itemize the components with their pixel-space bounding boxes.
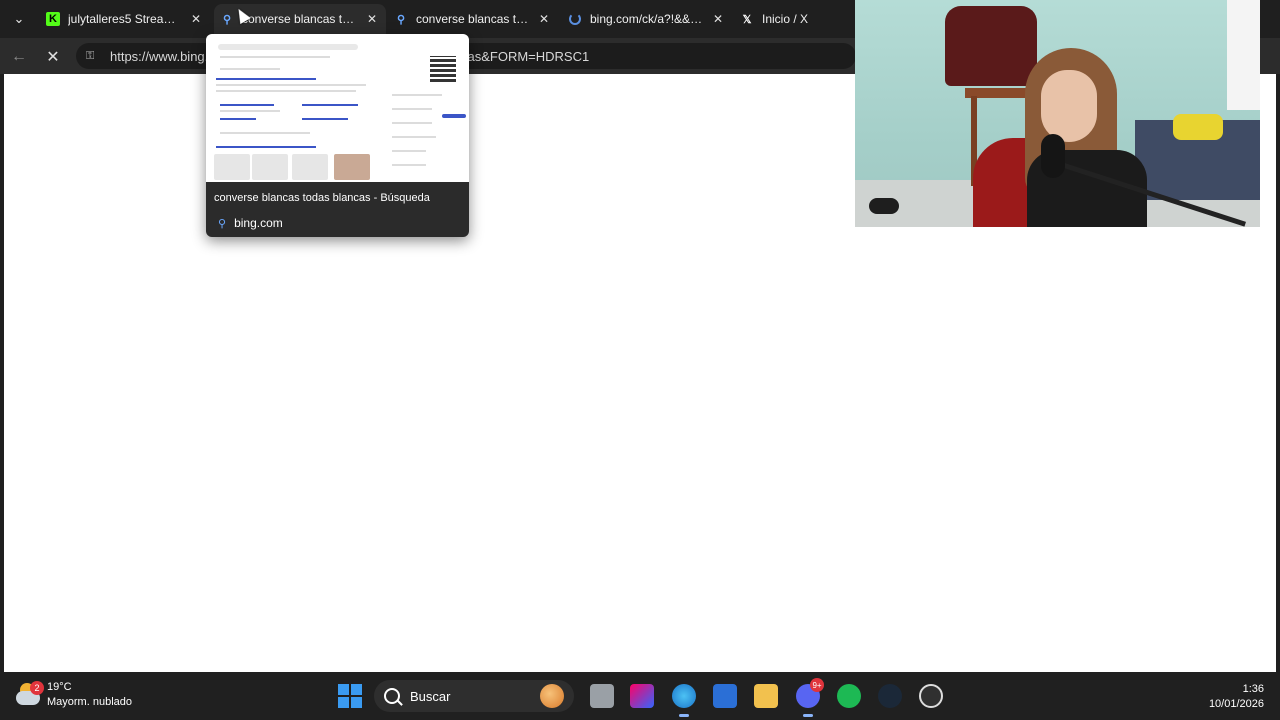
spotify-icon[interactable] <box>837 684 861 708</box>
kick-icon: K <box>46 12 60 26</box>
close-icon[interactable]: ✕ <box>710 11 726 27</box>
discord-badge: 9+ <box>810 678 824 692</box>
weather-icon: 2 <box>14 681 44 709</box>
back-arrow-icon[interactable]: ← <box>8 46 30 68</box>
thumbnail-image <box>214 154 250 180</box>
start-button[interactable] <box>338 684 362 708</box>
tab-title: bing.com/ck/a?!&&p=6 <box>590 12 704 26</box>
search-highlight-icon <box>540 684 564 708</box>
tab-converse-search-2[interactable]: ⚲ converse blancas todas ✕ <box>388 4 558 34</box>
tab-title: Inicio / X <box>762 12 809 26</box>
clock-date: 10/01/2026 <box>1208 698 1264 710</box>
weather-condition: Mayorm. nublado <box>47 696 132 708</box>
stop-loading-icon[interactable]: ✕ <box>42 46 64 68</box>
tab-x-home[interactable]: 𝕏 Inicio / X <box>734 4 854 34</box>
taskbar-search[interactable]: Buscar <box>374 680 574 712</box>
screen: ⌄ K julytalleres5 Stream - W ✕ ⚲ convers… <box>0 0 1280 720</box>
copilot-icon[interactable] <box>630 684 654 708</box>
url-text-end: cas&FORM=HDRSC1 <box>461 49 590 64</box>
webcam-overlay <box>855 0 1260 227</box>
search-label: Buscar <box>410 688 451 704</box>
page-thumbnail <box>206 34 469 182</box>
taskbar: 2 19°C Mayorm. nublado Buscar 9+ 1:36 10… <box>0 672 1280 720</box>
bing-search-icon: ⚲ <box>222 13 232 26</box>
search-icon <box>384 688 400 704</box>
microsoft-store-icon[interactable] <box>713 684 737 708</box>
clock-time: 1:36 <box>1242 683 1264 695</box>
tab-title: julytalleres5 Stream - W <box>68 12 182 26</box>
thumbnail-image <box>252 154 288 180</box>
discord-icon[interactable]: 9+ <box>796 678 824 717</box>
steam-icon[interactable] <box>878 684 902 708</box>
edge-browser-icon[interactable] <box>672 684 696 717</box>
bing-search-icon: ⚲ <box>396 13 406 26</box>
tab-title: converse blancas todas <box>416 12 530 26</box>
preview-domain: ⚲ bing.com <box>218 216 283 230</box>
obs-studio-icon[interactable] <box>919 684 943 708</box>
preview-domain-text: bing.com <box>234 216 283 230</box>
tab-kick-stream[interactable]: K julytalleres5 Stream - W ✕ <box>40 4 210 34</box>
file-explorer-icon[interactable] <box>754 684 778 708</box>
loading-spinner-icon <box>568 12 582 26</box>
task-view-icon[interactable] <box>590 684 614 708</box>
site-info-icon[interactable]: ⚿ <box>86 50 98 62</box>
tab-hover-preview: converse blancas todas blancas - Búsqued… <box>206 34 469 237</box>
url-text-start: https://www.bing. <box>110 48 209 64</box>
thumbnail-image <box>334 154 370 180</box>
weather-widget[interactable]: 2 19°C Mayorm. nublado <box>14 680 132 710</box>
close-icon[interactable]: ✕ <box>536 11 552 27</box>
close-icon[interactable]: ✕ <box>364 11 380 27</box>
system-clock[interactable]: 1:36 10/01/2026 <box>1190 682 1264 712</box>
tab-bing-redirect[interactable]: bing.com/ck/a?!&&p=6 ✕ <box>562 4 732 34</box>
preview-title: converse blancas todas blancas - Búsqued… <box>214 192 430 204</box>
tab-title: converse blancas todas <box>242 12 358 26</box>
search-icon: ⚲ <box>218 217 227 230</box>
thumbnail-image <box>292 154 328 180</box>
qr-code-icon <box>430 56 456 82</box>
weather-temp: 19°C <box>47 681 72 693</box>
weather-badge: 2 <box>30 681 44 695</box>
tab-list-chevron-icon[interactable]: ⌄ <box>8 8 30 30</box>
x-logo-icon: 𝕏 <box>742 13 752 26</box>
close-icon[interactable]: ✕ <box>188 11 204 27</box>
